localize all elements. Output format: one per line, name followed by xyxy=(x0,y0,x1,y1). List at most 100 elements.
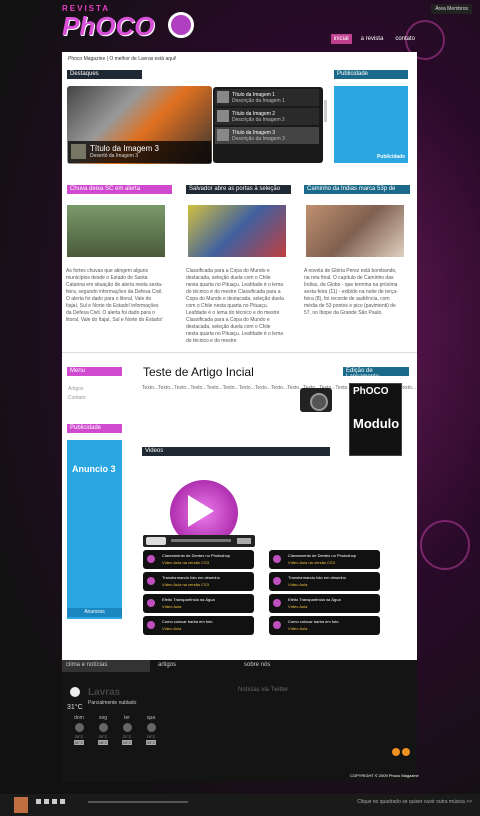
video-title: Como colocar barba em foto xyxy=(288,619,339,624)
video-title: Efeito Transparência na Água xyxy=(288,597,341,602)
video-controls xyxy=(143,535,255,547)
video-desc: Vídeo Aula xyxy=(162,626,182,631)
next-arrow-icon[interactable] xyxy=(402,748,410,756)
magazine-cover[interactable]: PhOCO Modulo xyxy=(349,383,402,456)
footer-tab-clima[interactable]: clima e notícias xyxy=(62,660,150,672)
magazine-cover-subtitle: Modulo xyxy=(353,416,400,431)
publicidade-header: Publicidade xyxy=(67,424,122,433)
footer-tab-artigos[interactable]: artigos xyxy=(154,660,180,672)
prev-icon[interactable] xyxy=(36,799,41,804)
menu-item-artigos[interactable]: Artigos xyxy=(68,385,86,394)
weather-city: Lavras xyxy=(88,687,121,698)
copyright: COPYRIGHT © 2009 Phoco Magazine xyxy=(350,773,419,778)
featured-thumb xyxy=(71,144,86,159)
featured-list-item[interactable]: Título da Imagem 2 Descrição da Imagem 2 xyxy=(215,108,319,125)
video-desc: Vídeo Aula xyxy=(288,604,308,609)
logo-target-icon xyxy=(168,12,194,38)
nav-inicial[interactable]: inicial xyxy=(330,34,352,44)
edicao-header: Edição de Lançamento xyxy=(343,367,409,380)
featured-caption: Título da Imagem 3 Desertó da Imagem 3 xyxy=(68,141,211,163)
video-icon xyxy=(147,555,155,563)
footer-tab-sobre[interactable]: sobre nós xyxy=(240,660,274,672)
forecast-day: dom 20°C 31°C xyxy=(70,715,88,746)
featured-list-item[interactable]: Título da Imagem 3 Descrição da Imagem 3 xyxy=(215,127,319,144)
featured-list-item[interactable]: Título da Imagem 1 Descrição da Imagem 1 xyxy=(215,89,319,106)
forecast-day-name: qua xyxy=(146,715,156,721)
video-item[interactable]: Efeito Transparência na Água Vídeo Aula xyxy=(269,594,380,613)
news-header[interactable]: Caminho da Índias marca 53p de xyxy=(304,185,410,194)
video-icon xyxy=(273,577,281,585)
nav-contato[interactable]: contato xyxy=(392,34,418,44)
featured-list-desc: Descrição da Imagem 2 xyxy=(232,117,285,123)
video-desc: Vídeo Aula na versão CS3 xyxy=(162,582,209,587)
video-desc: Vídeo Aula xyxy=(288,626,308,631)
featured-list: Título da Imagem 1 Descrição da Imagem 1… xyxy=(213,87,323,163)
progress-track[interactable] xyxy=(171,539,231,542)
side-ad-label: Publicidade xyxy=(376,154,405,160)
play-button[interactable] xyxy=(146,537,166,545)
tall-ad[interactable]: Anuncio 3 Anuncios xyxy=(67,440,122,619)
video-item[interactable]: Efeito Transparência na Água Vídeo Aula xyxy=(143,594,254,613)
members-area-link[interactable]: Área Membros xyxy=(431,4,472,14)
news-header[interactable]: Salvador abre as portas à seleção xyxy=(186,185,291,194)
video-title: Transformando foto em desenho xyxy=(288,575,346,580)
publicidade-header: Publicidade xyxy=(334,70,408,79)
play-icon[interactable] xyxy=(44,799,49,804)
camera-image xyxy=(300,388,332,412)
video-item[interactable]: Transformando foto em desenho Vídeo Aula … xyxy=(143,572,254,591)
prev-arrow-icon[interactable] xyxy=(392,748,400,756)
featured-list-desc: Descrição da Imagem 1 xyxy=(232,98,285,104)
featured-list-thumb xyxy=(217,129,229,141)
news-image[interactable] xyxy=(67,205,165,257)
featured-desc: Desertó da Imagem 3 xyxy=(90,153,139,159)
video-title: Transformando foto em desenho xyxy=(162,575,220,580)
side-ad[interactable]: Publicidade xyxy=(334,86,408,163)
tagline: Phoco Magazine | O melhor de Lavras está… xyxy=(68,56,177,62)
video-desc: Vídeo Aula xyxy=(288,582,308,587)
article-body: Texto...Texto...Texto...Texto...Texto...… xyxy=(142,385,417,391)
video-icon xyxy=(273,555,281,563)
forecast-day-name: dom xyxy=(74,715,84,721)
news-image[interactable] xyxy=(306,205,404,257)
music-progress[interactable] xyxy=(88,801,188,803)
video-item[interactable]: Transformando foto em desenho Vídeo Aula xyxy=(269,572,380,591)
featured-list-thumb xyxy=(217,91,229,103)
album-thumb[interactable] xyxy=(14,797,28,813)
menu-list: Artigos Contato xyxy=(68,385,86,403)
news-header[interactable]: Chuva deixa SC em alerta xyxy=(67,185,172,194)
weather-icon xyxy=(98,723,108,732)
weather-icon xyxy=(74,723,84,732)
nav-a-revista[interactable]: a revista xyxy=(358,34,387,44)
logo-phoco[interactable]: PhOCO xyxy=(62,11,154,42)
footer xyxy=(62,660,417,782)
video-desc: Vídeo Aula na versão CS3 xyxy=(162,560,209,565)
videos-header: Videos xyxy=(142,447,330,456)
menu-item-contato[interactable]: Contato xyxy=(68,394,86,403)
video-item[interactable]: Clareamento de Dentes no Photoshop Vídeo … xyxy=(269,550,380,569)
forecast-high: 28°C xyxy=(97,740,109,745)
forecast-high: 33°C xyxy=(145,740,157,745)
video-title: Efeito Transparência na Água xyxy=(162,597,215,602)
music-controls xyxy=(36,799,65,804)
video-icon xyxy=(273,599,281,607)
video-icon xyxy=(147,599,155,607)
player-message: Clique no quadrado se quiser ouvir outra… xyxy=(357,799,472,805)
volume-slider[interactable] xyxy=(237,538,251,544)
forecast-day-name: seg xyxy=(98,715,108,721)
featured-scrollbar[interactable] xyxy=(324,100,327,122)
video-item[interactable]: Como colocar barba em foto Vídeo Aula xyxy=(143,616,254,635)
forecast-high: 34°C xyxy=(121,740,133,745)
forecast-low: 19°C xyxy=(146,734,156,739)
news-image[interactable] xyxy=(188,205,286,257)
video-icon xyxy=(147,621,155,629)
article-title[interactable]: Teste de Artigo Incial xyxy=(143,365,254,379)
stop-icon[interactable] xyxy=(52,799,57,804)
menu-header: Menu xyxy=(67,367,122,376)
section-divider xyxy=(62,352,417,353)
tall-ad-label: Anuncios xyxy=(67,608,122,617)
video-item[interactable]: Como colocar barba em foto Vídeo Aula xyxy=(269,616,380,635)
play-icon[interactable] xyxy=(188,495,214,527)
next-icon[interactable] xyxy=(60,799,65,804)
video-item[interactable]: Clareamento de Dentes no Photoshop Vídeo … xyxy=(143,550,254,569)
news-text: Classificada para a Copa do Mundo e dest… xyxy=(186,268,284,344)
